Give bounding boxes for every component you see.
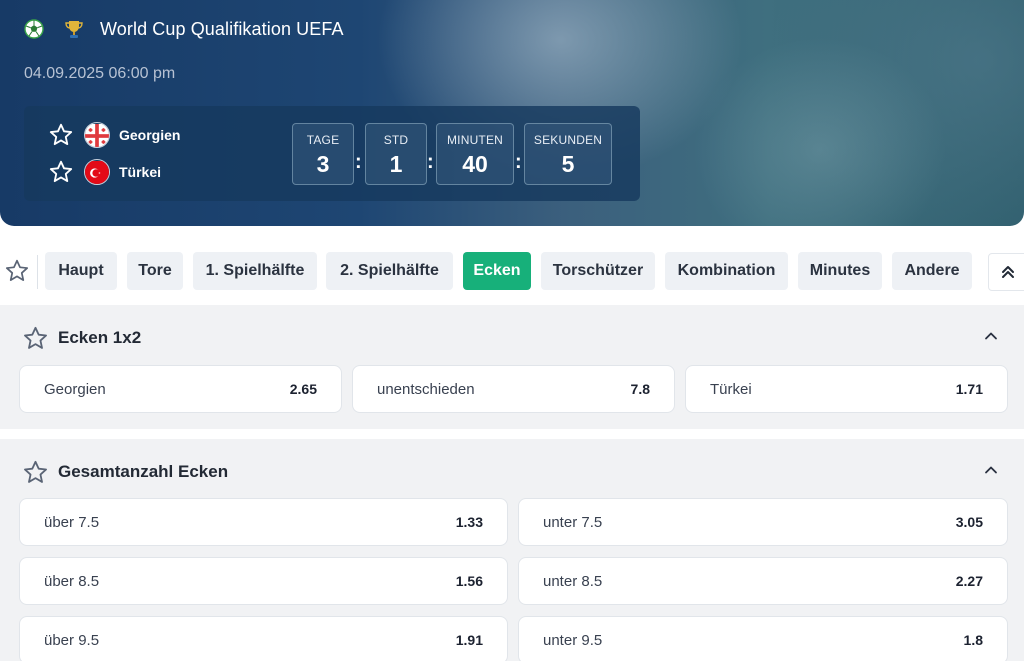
tab-tore[interactable]: Tore [127,252,183,290]
favorites-star-icon[interactable] [4,258,30,284]
double-chevron-up-icon [1002,266,1014,278]
georgia-flag-icon [84,122,110,148]
odds-button-under[interactable]: unter 9.5 1.8 [518,616,1008,661]
match-date: 04.09.2025 06:00 pm [24,65,176,82]
countdown-value: 5 [561,151,575,177]
countdown-separator: : [515,151,522,173]
countdown-hours: STD 1 [365,123,427,185]
countdown-days: TAGE 3 [292,123,354,185]
turkey-flag-icon [84,159,110,185]
home-team-name: Georgien [119,127,181,143]
odds-button-over[interactable]: über 7.5 1.33 [19,498,508,546]
tab-kombination[interactable]: Kombination [665,252,788,290]
soccer-ball-icon [24,19,44,39]
tab-second-half[interactable]: 2. Spielhälfte [326,252,453,290]
countdown-label: SEKUNDEN [533,133,603,147]
odds-value: 1.91 [455,632,483,648]
outcome-label: unter 7.5 [543,513,603,531]
market-corners-1x2: Ecken 1x2 Georgien 2.65 unentschieden 7.… [0,305,1024,429]
outcome-label: unter 8.5 [543,572,603,590]
tab-ecken[interactable]: Ecken [463,252,531,290]
market-total-corners: Gesamtanzahl Ecken über 7.5 1.33 unter 7… [0,439,1024,661]
odds-button-home[interactable]: Georgien 2.65 [19,365,342,413]
countdown-separator: : [427,151,434,173]
countdown-label: STD [383,133,409,147]
market-header[interactable]: Gesamtanzahl Ecken [22,458,228,486]
favorite-star-icon[interactable] [48,122,74,148]
match-info-box: Georgien Türkei TAGE 3 : STD 1: MINUTEN… [24,106,640,201]
chevron-up-icon[interactable] [982,461,1000,479]
tab-first-half[interactable]: 1. Spielhälfte [193,252,317,290]
match-header: World Cup Qualifikation UEFA 04.09.2025 … [0,0,1024,226]
countdown-separator: : [355,151,362,173]
trophy-icon [62,17,86,41]
market-title: Gesamtanzahl Ecken [58,462,229,481]
odds-button-under[interactable]: unter 8.5 2.27 [518,557,1008,605]
outcome-label: unentschieden [377,380,475,398]
collapse-all-button[interactable] [988,253,1024,291]
countdown-value: 40 [462,151,488,177]
league-title[interactable]: World Cup Qualifikation UEFA [100,19,344,40]
countdown-label: TAGE [306,133,340,147]
market-title: Ecken 1x2 [58,328,142,347]
tabs-divider [37,255,38,289]
odds-value: 3.05 [955,514,983,530]
tab-minutes[interactable]: Minutes [798,252,882,290]
home-team-row: Georgien [48,120,180,150]
favorite-star-icon[interactable] [48,159,74,185]
outcome-label: über 9.5 [44,631,100,649]
odds-value: 2.27 [955,573,983,589]
countdown-minutes: MINUTEN 40 [436,123,514,185]
tab-torschuetzer[interactable]: Torschützer [541,252,655,290]
away-team-name: Türkei [119,164,162,180]
market-header[interactable]: Ecken 1x2 [22,324,141,352]
odds-value: 2.65 [289,381,317,397]
outcome-label: über 8.5 [44,572,100,590]
chevron-up-icon[interactable] [982,327,1000,345]
odds-value: 1.71 [955,381,983,397]
odds-value: 7.8 [630,381,650,397]
countdown-value: 3 [316,151,330,177]
countdown-seconds: SEKUNDEN 5 [524,123,612,185]
countdown-label: MINUTEN [446,133,504,147]
tab-haupt[interactable]: Haupt [45,252,117,290]
odds-button-under[interactable]: unter 7.5 3.05 [518,498,1008,546]
market-tabs: Haupt Tore 1. Spielhälfte 2. Spielhälfte… [0,251,1024,291]
odds-value: 1.33 [455,514,483,530]
odds-value: 1.8 [963,632,983,648]
outcome-label: unter 9.5 [543,631,603,649]
odds-button-draw[interactable]: unentschieden 7.8 [352,365,675,413]
outcome-label: Georgien [44,380,106,398]
star-outline-icon[interactable] [22,325,49,352]
outcome-label: Türkei [710,380,752,398]
star-outline-icon[interactable] [22,459,49,486]
outcome-label: über 7.5 [44,513,100,531]
odds-button-away[interactable]: Türkei 1.71 [685,365,1008,413]
away-team-row: Türkei [48,157,161,187]
tab-andere[interactable]: Andere [892,252,972,290]
odds-button-over[interactable]: über 8.5 1.56 [19,557,508,605]
odds-value: 1.56 [455,573,483,589]
league-row: World Cup Qualifikation UEFA [24,16,344,42]
odds-button-over[interactable]: über 9.5 1.91 [19,616,508,661]
countdown-value: 1 [389,151,403,177]
